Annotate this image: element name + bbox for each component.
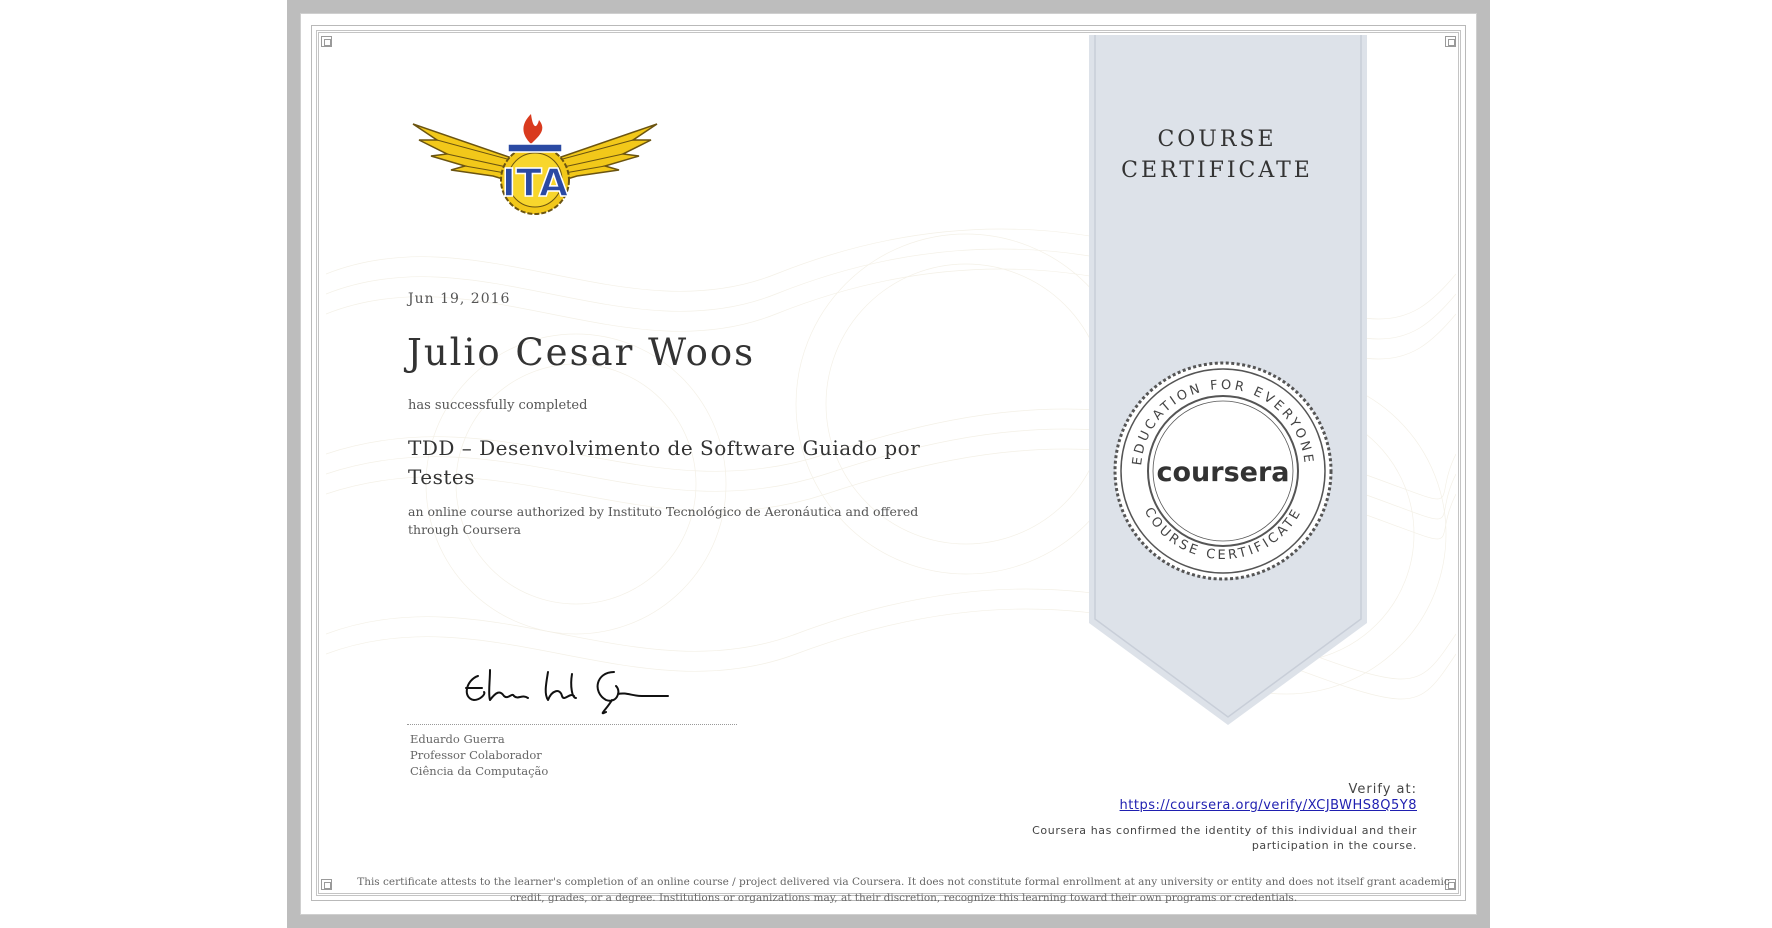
verify-link[interactable]: https://coursera.org/verify/XCJBWHS8Q5Y8 bbox=[1120, 798, 1417, 813]
signatory-name: Eduardo Guerra bbox=[410, 732, 505, 746]
identity-confirmation: Coursera has confirmed the identity of t… bbox=[1032, 824, 1417, 852]
certificate-disclaimer: This certificate attests to the learner'… bbox=[357, 876, 1450, 904]
verify-label: Verify at: bbox=[1348, 782, 1417, 797]
corner-ornament bbox=[321, 879, 332, 890]
verify-block: Verify at: https://coursera.org/verify/X… bbox=[1120, 782, 1417, 813]
ita-logo: ITA bbox=[412, 114, 658, 215]
coursera-seal: EDUCATION FOR EVERYONE COURSE CERTIFICAT… bbox=[1113, 361, 1333, 581]
signatory-block: Eduardo Guerra Professor Colaborador Ciê… bbox=[410, 731, 548, 779]
certificate-sheet: ITA Jun 19, 2016 Julio Cesar Woos has su… bbox=[287, 0, 1490, 928]
corner-ornament bbox=[1445, 36, 1456, 47]
certificate-date: Jun 19, 2016 bbox=[408, 291, 511, 307]
course-title: TDD – Desenvolvimento de Software Guiado… bbox=[408, 436, 921, 489]
completed-statement: has successfully completed bbox=[408, 398, 588, 413]
ribbon-title: COURSE CERTIFICATE bbox=[1089, 124, 1345, 186]
signatory-role: Professor Colaborador bbox=[410, 748, 542, 762]
ribbon-title-line1: COURSE bbox=[1157, 127, 1277, 152]
authorization-statement: an online course authorized by Instituto… bbox=[408, 504, 919, 537]
ribbon-title-line2: CERTIFICATE bbox=[1121, 158, 1313, 183]
recipient-name: Julio Cesar Woos bbox=[407, 331, 756, 374]
corner-ornament bbox=[321, 36, 332, 47]
signatory-department: Ciência da Computação bbox=[410, 764, 549, 778]
ita-logo-lettering: ITA bbox=[502, 161, 569, 205]
certificate-paper: ITA Jun 19, 2016 Julio Cesar Woos has su… bbox=[300, 13, 1477, 915]
seal-brand: coursera bbox=[1156, 457, 1289, 488]
signature-line bbox=[407, 724, 737, 725]
signature-image bbox=[465, 669, 669, 715]
